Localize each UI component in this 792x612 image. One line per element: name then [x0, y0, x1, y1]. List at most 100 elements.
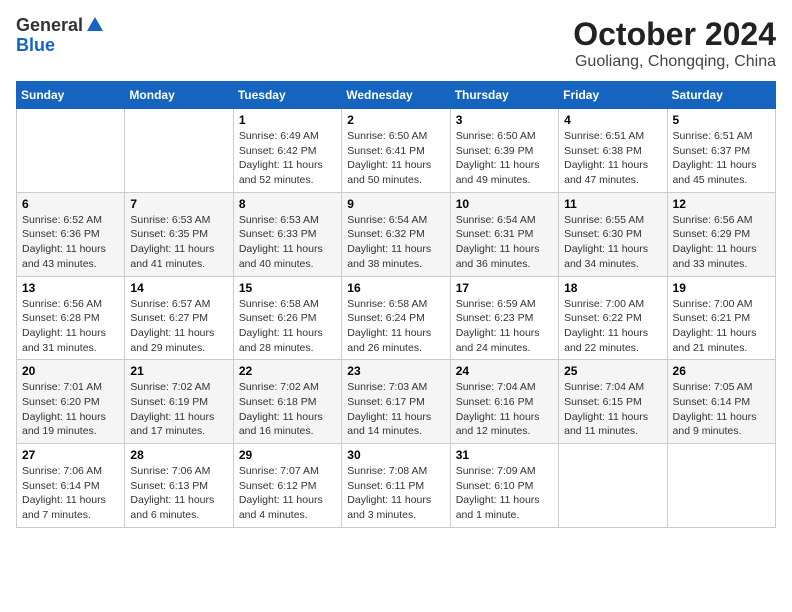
day-number: 6: [22, 197, 119, 211]
day-detail: Sunrise: 7:04 AM Sunset: 6:16 PM Dayligh…: [456, 380, 553, 439]
day-number: 26: [673, 364, 770, 378]
calendar-cell: 21Sunrise: 7:02 AM Sunset: 6:19 PM Dayli…: [125, 360, 233, 444]
calendar-cell: 29Sunrise: 7:07 AM Sunset: 6:12 PM Dayli…: [233, 444, 341, 528]
calendar-cell: 14Sunrise: 6:57 AM Sunset: 6:27 PM Dayli…: [125, 276, 233, 360]
day-detail: Sunrise: 6:52 AM Sunset: 6:36 PM Dayligh…: [22, 213, 119, 272]
day-detail: Sunrise: 6:59 AM Sunset: 6:23 PM Dayligh…: [456, 297, 553, 356]
calendar-header-wednesday: Wednesday: [342, 82, 450, 109]
day-number: 17: [456, 281, 553, 295]
calendar-cell: 28 Sunrise: 7:06 AM Sunset: 6:13 PM Dayli…: [125, 444, 233, 528]
day-number: 19: [673, 281, 770, 295]
calendar-cell: 16 Sunrise: 6:58 AM Sunset: 6:24 PM Dayli…: [342, 276, 450, 360]
calendar-cell: [559, 444, 667, 528]
day-number: 9: [347, 197, 444, 211]
day-number: 11: [564, 197, 661, 211]
calendar-cell: 4 Sunrise: 6:51 AM Sunset: 6:38 PM Daylig…: [559, 109, 667, 193]
day-detail: Sunrise: 7:08 AM Sunset: 6:11 PM Dayligh…: [347, 464, 444, 523]
calendar-week-row: 6 Sunrise: 6:52 AM Sunset: 6:36 PM Daylig…: [17, 192, 776, 276]
logo: General Blue: [16, 16, 105, 56]
day-number: 21: [130, 364, 227, 378]
calendar-cell: 15 Sunrise: 6:58 AM Sunset: 6:26 PM Dayli…: [233, 276, 341, 360]
day-detail: Sunrise: 7:01 AM Sunset: 6:20 PM Dayligh…: [22, 380, 119, 439]
day-detail: Sunrise: 7:04 AM Sunset: 6:15 PM Dayligh…: [564, 380, 661, 439]
calendar-cell: 9 Sunrise: 6:54 AM Sunset: 6:32 PM Daylig…: [342, 192, 450, 276]
calendar-cell: 12 Sunrise: 6:56 AM Sunset: 6:29 PM Dayli…: [667, 192, 775, 276]
calendar-cell: 5Sunrise: 6:51 AM Sunset: 6:37 PM Daylig…: [667, 109, 775, 193]
calendar-cell: 7 Sunrise: 6:53 AM Sunset: 6:35 PM Daylig…: [125, 192, 233, 276]
calendar-cell: 10Sunrise: 6:54 AM Sunset: 6:31 PM Dayli…: [450, 192, 558, 276]
day-number: 13: [22, 281, 119, 295]
logo-general-text: General: [16, 16, 83, 36]
day-detail: Sunrise: 6:55 AM Sunset: 6:30 PM Dayligh…: [564, 213, 661, 272]
calendar-cell: 19 Sunrise: 7:00 AM Sunset: 6:21 PM Dayli…: [667, 276, 775, 360]
day-number: 22: [239, 364, 336, 378]
day-detail: Sunrise: 7:00 AM Sunset: 6:22 PM Dayligh…: [564, 297, 661, 356]
calendar-cell: 31Sunrise: 7:09 AM Sunset: 6:10 PM Dayli…: [450, 444, 558, 528]
day-detail: Sunrise: 7:02 AM Sunset: 6:18 PM Dayligh…: [239, 380, 336, 439]
day-number: 15: [239, 281, 336, 295]
day-detail: Sunrise: 6:56 AM Sunset: 6:28 PM Dayligh…: [22, 297, 119, 356]
calendar-week-row: 13 Sunrise: 6:56 AM Sunset: 6:28 PM Dayli…: [17, 276, 776, 360]
calendar-title-area: October 2024 Guoliang, Chongqing, China: [573, 16, 776, 71]
day-detail: Sunrise: 7:06 AM Sunset: 6:13 PM Dayligh…: [130, 464, 227, 523]
day-detail: Sunrise: 6:58 AM Sunset: 6:26 PM Dayligh…: [239, 297, 336, 356]
calendar-header-friday: Friday: [559, 82, 667, 109]
calendar-header-saturday: Saturday: [667, 82, 775, 109]
day-detail: Sunrise: 7:06 AM Sunset: 6:14 PM Dayligh…: [22, 464, 119, 523]
day-detail: Sunrise: 6:54 AM Sunset: 6:32 PM Dayligh…: [347, 213, 444, 272]
calendar-cell: 30 Sunrise: 7:08 AM Sunset: 6:11 PM Dayli…: [342, 444, 450, 528]
day-number: 30: [347, 448, 444, 462]
day-number: 28: [130, 448, 227, 462]
calendar-header-tuesday: Tuesday: [233, 82, 341, 109]
day-number: 5: [673, 113, 770, 127]
calendar-cell: 18Sunrise: 7:00 AM Sunset: 6:22 PM Dayli…: [559, 276, 667, 360]
location-title: Guoliang, Chongqing, China: [573, 53, 776, 71]
calendar-cell: [667, 444, 775, 528]
day-number: 27: [22, 448, 119, 462]
calendar-cell: 27 Sunrise: 7:06 AM Sunset: 6:14 PM Dayli…: [17, 444, 125, 528]
calendar-cell: 20 Sunrise: 7:01 AM Sunset: 6:20 PM Dayli…: [17, 360, 125, 444]
day-number: 23: [347, 364, 444, 378]
day-number: 12: [673, 197, 770, 211]
calendar-cell: 8Sunrise: 6:53 AM Sunset: 6:33 PM Daylig…: [233, 192, 341, 276]
day-number: 3: [456, 113, 553, 127]
day-number: 2: [347, 113, 444, 127]
calendar-cell: 6 Sunrise: 6:52 AM Sunset: 6:36 PM Daylig…: [17, 192, 125, 276]
logo-icon: [85, 15, 105, 35]
day-number: 4: [564, 113, 661, 127]
logo-blue-text: Blue: [16, 35, 55, 55]
day-detail: Sunrise: 6:50 AM Sunset: 6:41 PM Dayligh…: [347, 129, 444, 188]
calendar-week-row: 27 Sunrise: 7:06 AM Sunset: 6:14 PM Dayli…: [17, 444, 776, 528]
day-detail: Sunrise: 7:05 AM Sunset: 6:14 PM Dayligh…: [673, 380, 770, 439]
calendar-cell: 23 Sunrise: 7:03 AM Sunset: 6:17 PM Dayli…: [342, 360, 450, 444]
day-number: 7: [130, 197, 227, 211]
calendar-cell: 22 Sunrise: 7:02 AM Sunset: 6:18 PM Dayli…: [233, 360, 341, 444]
day-number: 16: [347, 281, 444, 295]
calendar-header-thursday: Thursday: [450, 82, 558, 109]
day-detail: Sunrise: 6:51 AM Sunset: 6:38 PM Dayligh…: [564, 129, 661, 188]
calendar-header-row: SundayMondayTuesdayWednesdayThursdayFrid…: [17, 82, 776, 109]
day-detail: Sunrise: 7:03 AM Sunset: 6:17 PM Dayligh…: [347, 380, 444, 439]
day-detail: Sunrise: 6:53 AM Sunset: 6:33 PM Dayligh…: [239, 213, 336, 272]
calendar-header-monday: Monday: [125, 82, 233, 109]
day-detail: Sunrise: 6:57 AM Sunset: 6:27 PM Dayligh…: [130, 297, 227, 356]
calendar-header-sunday: Sunday: [17, 82, 125, 109]
day-number: 25: [564, 364, 661, 378]
day-detail: Sunrise: 7:00 AM Sunset: 6:21 PM Dayligh…: [673, 297, 770, 356]
calendar-cell: 13 Sunrise: 6:56 AM Sunset: 6:28 PM Dayli…: [17, 276, 125, 360]
page-header: General Blue October 2024 Guoliang, Chon…: [16, 16, 776, 71]
calendar-cell: [17, 109, 125, 193]
day-detail: Sunrise: 6:58 AM Sunset: 6:24 PM Dayligh…: [347, 297, 444, 356]
calendar-cell: 3Sunrise: 6:50 AM Sunset: 6:39 PM Daylig…: [450, 109, 558, 193]
day-detail: Sunrise: 6:54 AM Sunset: 6:31 PM Dayligh…: [456, 213, 553, 272]
calendar-table: SundayMondayTuesdayWednesdayThursdayFrid…: [16, 81, 776, 528]
day-number: 20: [22, 364, 119, 378]
day-detail: Sunrise: 7:07 AM Sunset: 6:12 PM Dayligh…: [239, 464, 336, 523]
calendar-cell: 26 Sunrise: 7:05 AM Sunset: 6:14 PM Dayli…: [667, 360, 775, 444]
calendar-cell: 1Sunrise: 6:49 AM Sunset: 6:42 PM Daylig…: [233, 109, 341, 193]
day-detail: Sunrise: 6:56 AM Sunset: 6:29 PM Dayligh…: [673, 213, 770, 272]
calendar-week-row: 20 Sunrise: 7:01 AM Sunset: 6:20 PM Dayli…: [17, 360, 776, 444]
day-detail: Sunrise: 6:53 AM Sunset: 6:35 PM Dayligh…: [130, 213, 227, 272]
calendar-week-row: 1Sunrise: 6:49 AM Sunset: 6:42 PM Daylig…: [17, 109, 776, 193]
day-number: 24: [456, 364, 553, 378]
